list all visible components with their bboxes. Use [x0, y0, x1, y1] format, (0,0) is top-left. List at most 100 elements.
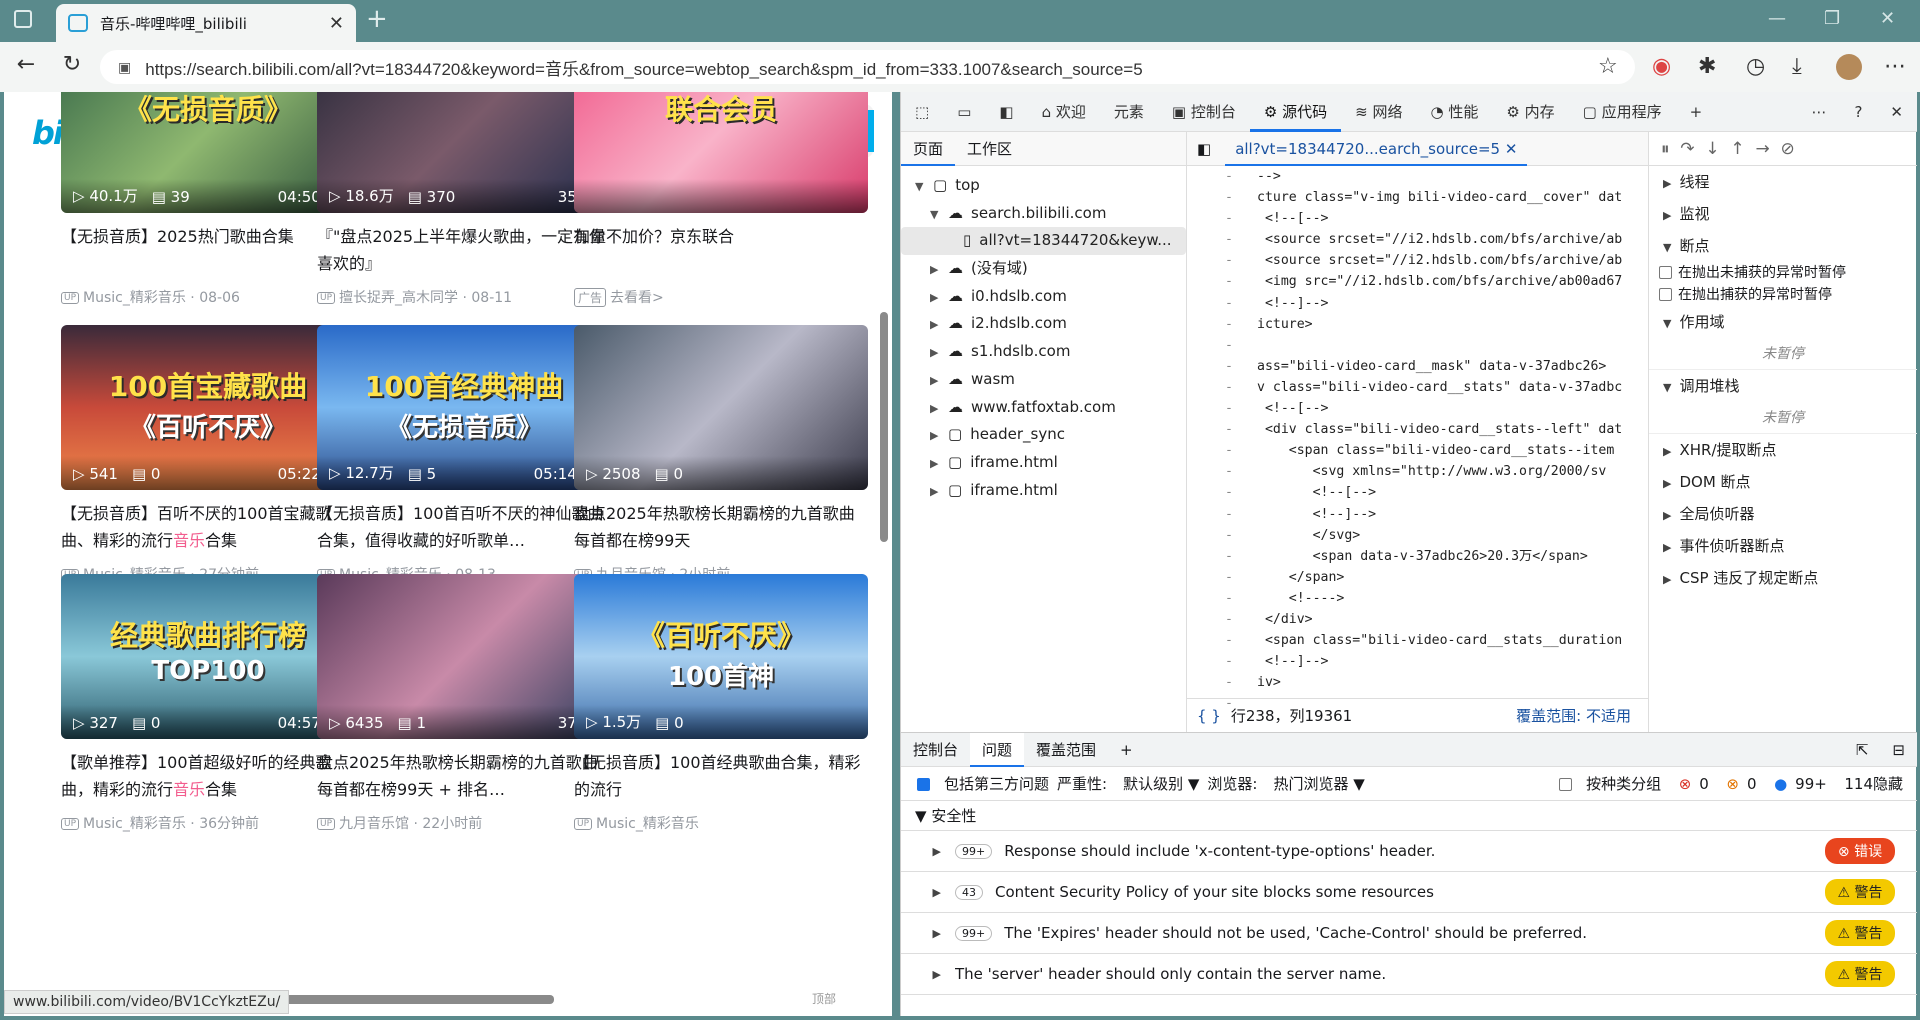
tree-expand-icon[interactable]: ▶ [930, 395, 944, 423]
dock-icon[interactable]: ◧ [985, 92, 1027, 132]
breakpoints-section[interactable]: ▼ 断点 [1649, 230, 1917, 262]
pause-icon[interactable]: ⏸ [1661, 139, 1670, 159]
reload-icon[interactable]: ↻ [54, 52, 90, 77]
add-drawer-tab-icon[interactable]: + [1108, 733, 1145, 767]
video-thumbnail[interactable]: 《百听不厌》 100首神 ▷ 1.5万 ▤ 0 [574, 574, 868, 739]
active-tab[interactable]: 音乐-哔哩哔哩_bilibili ✕ [56, 4, 356, 42]
tree-expand-icon[interactable]: ▶ [930, 450, 944, 478]
devtools-menu-icon[interactable]: ⋯ [1797, 92, 1840, 132]
scope-section[interactable]: ▼ 作用域 [1649, 306, 1917, 338]
video-thumbnail[interactable]: ▷ 6435 ▤ 1 37:18 [317, 574, 611, 739]
tree-expand-icon[interactable]: ▶ [930, 256, 944, 284]
category-security[interactable]: ▼ 安全性 [901, 801, 1917, 831]
video-meta[interactable]: UP Music_精彩音乐 · 08-06 [61, 287, 355, 307]
tree-expand-icon[interactable]: ▶ [930, 367, 944, 395]
watch-section[interactable]: ▶ 监视 [1649, 198, 1917, 230]
new-tab-icon[interactable]: + [366, 4, 388, 34]
close-devtools-icon[interactable]: ✕ [1876, 92, 1917, 132]
expand-issue-icon[interactable]: ▶ [901, 886, 941, 899]
video-meta[interactable]: UP Music_精彩音乐 [574, 813, 868, 833]
severity-select[interactable]: 默认级别 ▼ [1115, 773, 1199, 794]
devtools-tab[interactable]: ≋ 网络 [1341, 92, 1416, 132]
expand-issue-icon[interactable]: ▶ [901, 968, 941, 981]
devtools-tab[interactable]: ⚙ 内存 [1492, 92, 1568, 132]
video-meta[interactable]: 广告 去看看> [574, 287, 868, 307]
video-title[interactable]: 盘点2025年热歌榜长期霸榜的九首歌曲 每首都在榜99天 + 排名… [317, 749, 611, 803]
event-listener-breakpoints-section[interactable]: ▶ 事件侦听器断点 [1649, 530, 1917, 562]
video-card[interactable]: ▷ 2508 ▤ 0 盘点2025年热歌榜长期霸榜的九首歌曲 每首都在榜99天 … [574, 325, 868, 584]
devtools-tab[interactable]: ▢ 应用程序 [1569, 92, 1676, 132]
devtools-tab[interactable]: ⌂ 欢迎 [1028, 92, 1100, 132]
pause-caught-checkbox[interactable]: 在抛出捕获的异常时暂停 [1649, 284, 1917, 306]
threads-section[interactable]: ▶ 线程 [1649, 166, 1917, 198]
favorite-star-icon[interactable]: ☆ [1598, 54, 1618, 79]
issue-row[interactable]: ▶ The 'server' header should only contain… [901, 954, 1917, 995]
tree-expand-icon[interactable]: ▼ [930, 201, 944, 229]
expand-issue-icon[interactable]: ▶ [901, 845, 941, 858]
download-icon[interactable]: ⤓ [1792, 54, 1802, 79]
devtools-tab[interactable]: ⚙ 源代码 [1249, 92, 1342, 132]
extension-icon[interactable]: ◉ [1652, 54, 1671, 79]
tree-item[interactable]: ▼ ☁ search.bilibili.com [901, 200, 1186, 228]
more-menu-icon[interactable]: ⋯ [1884, 54, 1906, 79]
video-card[interactable]: 100首经典神曲 《无损音质》 ▷ 12.7万 ▤ 5 05:14:08 【无损… [317, 325, 611, 584]
devtools-tab[interactable]: ◔ 性能 [1417, 92, 1493, 132]
toggle-navigator-icon[interactable]: ◧ [1197, 140, 1211, 158]
history-icon[interactable]: ◷ [1746, 54, 1765, 79]
video-thumbnail[interactable]: 联合会员 [574, 92, 868, 213]
close-window-icon[interactable]: ✕ [1880, 8, 1895, 29]
drawer-tab-console[interactable]: 控制台 [901, 733, 970, 767]
extensions-puzzle-icon[interactable]: ✱ [1698, 54, 1716, 79]
file-tab[interactable]: all?vt=18344720...earch_source=5 ✕ [1225, 132, 1528, 166]
video-card[interactable]: 经典歌曲排行榜 TOP100 ▷ 327 ▤ 0 04:57:49 【歌单推荐】… [61, 574, 355, 833]
issue-row[interactable]: ▶ 99+ The 'Expires' header should not be u… [901, 913, 1917, 954]
tree-expand-icon[interactable]: ▼ [915, 173, 929, 201]
video-thumbnail[interactable]: 经典歌曲排行榜 TOP100 ▷ 327 ▤ 0 04:57:49 [61, 574, 355, 739]
tree-item[interactable]: ▶ ☁ i0.hdslb.com [901, 283, 1186, 311]
tree-item[interactable]: ▶ ☁ i2.hdslb.com [901, 310, 1186, 338]
more-tools-icon[interactable]: + [1676, 92, 1717, 132]
inspect-icon[interactable]: ⬚ [901, 92, 943, 132]
site-info-icon[interactable]: ▣ [118, 59, 131, 76]
video-title[interactable]: 【歌单推荐】100首超级好听的经典歌曲，精彩的流行音乐合集 [61, 749, 355, 803]
video-title[interactable]: 加量不加价？京东联合 [574, 223, 868, 277]
video-card[interactable]: 《无损音质》 ▷ 40.1万 ▤ 39 04:50:13 【无损音质】2025热… [61, 92, 355, 307]
pause-uncaught-checkbox[interactable]: 在抛出未捕获的异常时暂停 [1649, 262, 1917, 284]
video-thumbnail[interactable]: 100首经典神曲 《无损音质》 ▷ 12.7万 ▤ 5 05:14:08 [317, 325, 611, 490]
video-title[interactable]: 【无损音质】100首经典歌曲合集，精彩的流行 [574, 749, 868, 803]
video-title[interactable]: 盘点2025年热歌榜长期霸榜的九首歌曲 每首都在榜99天 [574, 500, 868, 554]
tree-expand-icon[interactable]: ▶ [930, 478, 944, 506]
tree-item[interactable]: ▶ ☁ wasm [901, 366, 1186, 394]
video-thumbnail[interactable]: ▷ 18.6万 ▤ 370 35:49 [317, 92, 611, 213]
help-icon[interactable]: ? [1840, 92, 1876, 132]
video-thumbnail[interactable]: ▷ 2508 ▤ 0 [574, 325, 868, 490]
group-by-kind-checkbox[interactable]: 按种类分组 [1551, 775, 1661, 793]
csp-breakpoints-section[interactable]: ▶ CSP 违反了规定断点 [1649, 562, 1917, 594]
video-card[interactable]: 《百听不厌》 100首神 ▷ 1.5万 ▤ 0 【无损音质】100首经典歌曲合集… [574, 574, 868, 833]
expand-issue-icon[interactable]: ▶ [901, 927, 941, 940]
video-title[interactable]: 【无损音质】2025热门歌曲合集 [61, 223, 355, 277]
video-title[interactable]: 【无损音质】100首百听不厌的神仙歌曲合集，值得收藏的好听歌单… [317, 500, 611, 554]
video-card[interactable]: 100首宝藏歌曲 《百听不厌》 ▷ 541 ▤ 0 05:22:01 【无损音质… [61, 325, 355, 584]
video-title[interactable]: 『"盘点2025上半年爆火歌曲，一定有你喜欢的』 [317, 223, 611, 277]
tree-item[interactable]: ▼ ▢ top [901, 172, 1186, 200]
close-tab-icon[interactable]: ✕ [329, 13, 344, 34]
tree-item[interactable]: ▶ ▢ iframe.html [901, 477, 1186, 505]
drawer-tab-coverage[interactable]: 覆盖范围 [1024, 733, 1108, 767]
drawer-tab-issues[interactable]: 问题 [970, 732, 1025, 767]
deactivate-breakpoints-icon[interactable]: ⊘ [1781, 139, 1795, 159]
xhr-breakpoints-section[interactable]: ▶ XHR/提取断点 [1649, 434, 1917, 466]
tree-expand-icon[interactable]: ▶ [930, 311, 944, 339]
browser-select[interactable]: 热门浏览器 ▼ [1265, 773, 1364, 794]
device-toolbar-icon[interactable]: ▭ [943, 92, 985, 132]
tab-workspace[interactable]: 工作区 [955, 138, 1024, 159]
third-party-checkbox[interactable]: 包括第三方问题 [909, 773, 1049, 794]
issue-row[interactable]: ▶ 43 Content Security Policy of your site … [901, 872, 1917, 913]
video-title[interactable]: 【无损音质】百听不厌的100首宝藏歌曲、精彩的流行音乐合集 [61, 500, 355, 554]
vertical-scrollbar[interactable] [880, 312, 888, 542]
dom-breakpoints-section[interactable]: ▶ DOM 断点 [1649, 466, 1917, 498]
video-meta[interactable]: UP 九月音乐馆 · 22小时前 [317, 813, 611, 833]
video-thumbnail[interactable]: 100首宝藏歌曲 《百听不厌》 ▷ 541 ▤ 0 05:22:01 [61, 325, 355, 490]
profile-avatar[interactable] [1836, 54, 1862, 80]
video-meta[interactable]: UP 擅长捉弄_高木同学 · 08-11 [317, 287, 611, 307]
